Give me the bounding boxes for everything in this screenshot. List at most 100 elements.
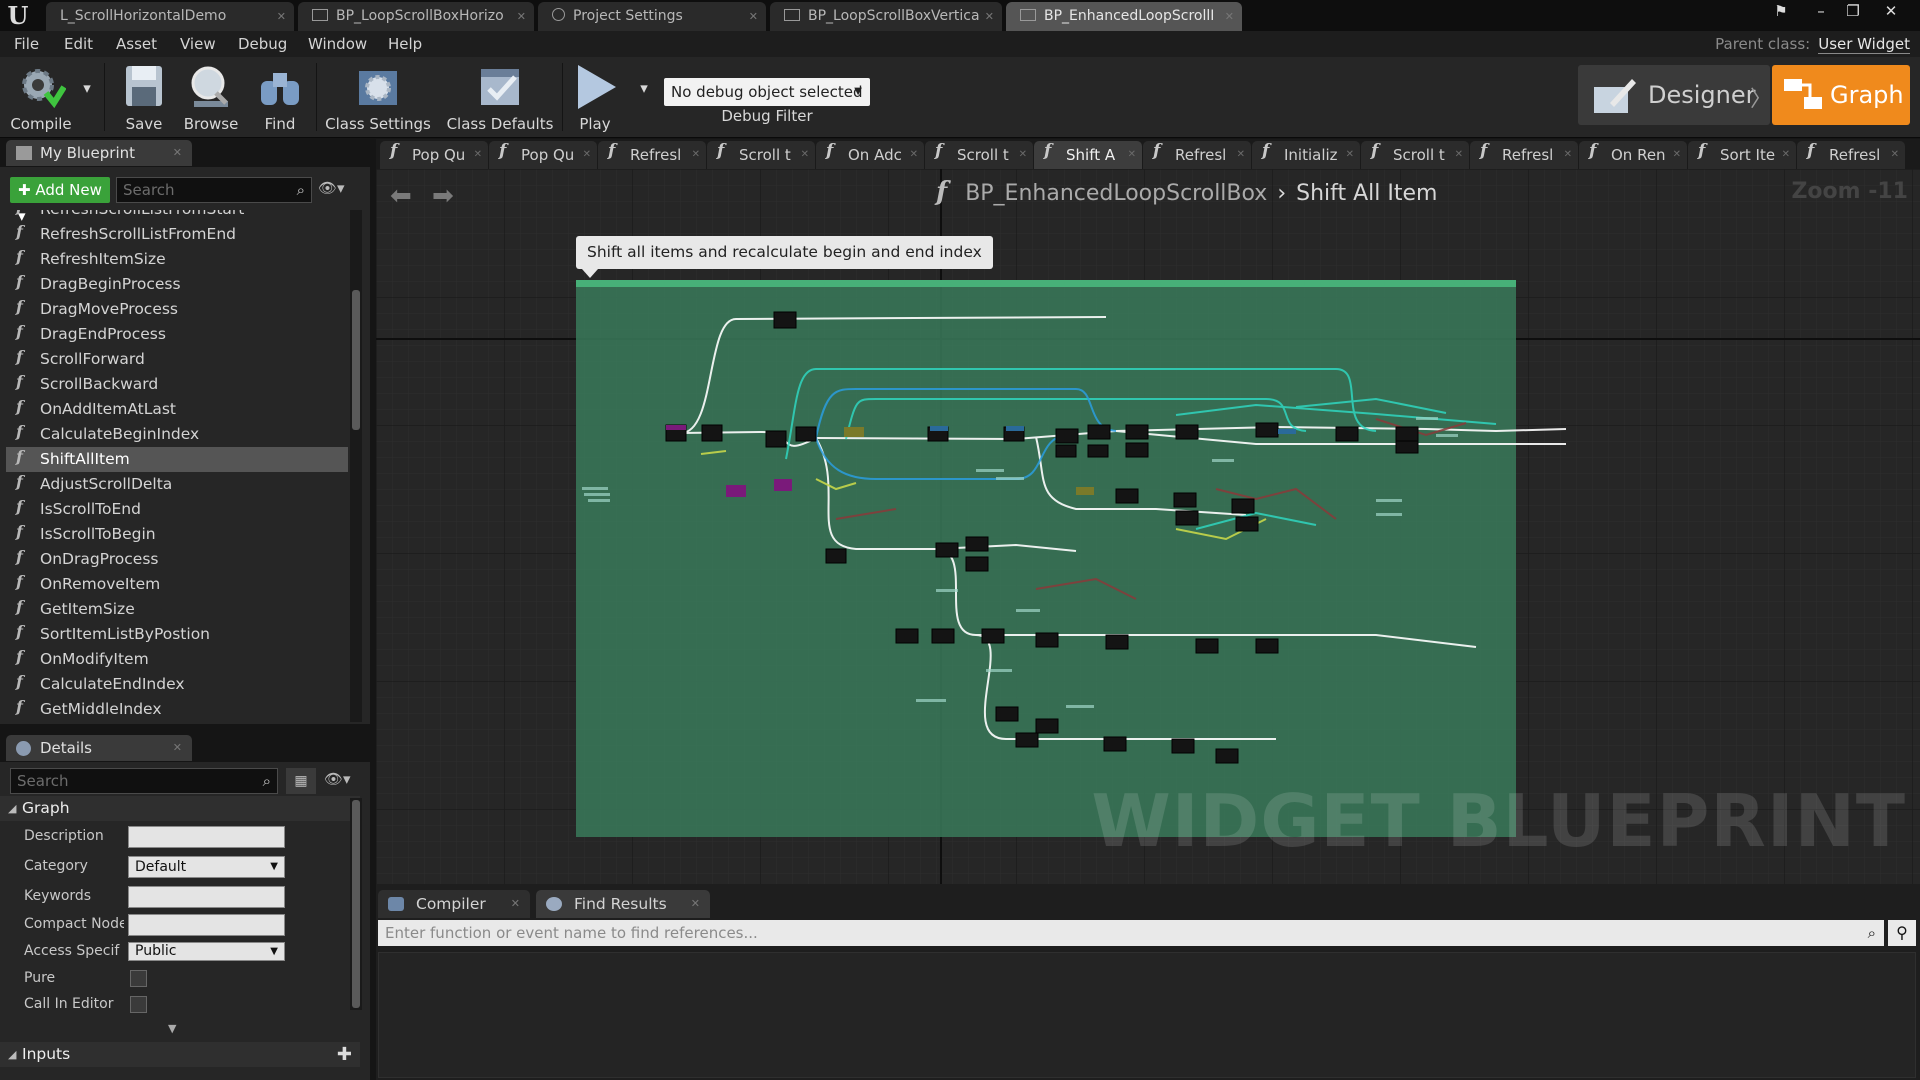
close-icon[interactable]: ✕	[801, 141, 809, 169]
my-blueprint-search-input[interactable]: Search ⌕	[116, 177, 312, 203]
function-item[interactable]: f DragBeginProcess	[6, 272, 348, 297]
pure-checkbox[interactable]	[130, 970, 147, 987]
category-select[interactable]: Default ▼	[128, 856, 285, 878]
add-new-button[interactable]: ✚ Add New ▾	[10, 177, 110, 225]
graph-mode-button[interactable]: Graph	[1772, 65, 1910, 125]
close-icon[interactable]: ✕	[749, 2, 758, 31]
close-icon[interactable]: ✕	[1346, 141, 1354, 169]
details-search-input[interactable]: Search ⌕	[10, 768, 278, 794]
function-tab[interactable]: f Refresl ✕	[1143, 141, 1251, 169]
function-item[interactable]: f OnDragProcess	[6, 547, 348, 572]
function-item[interactable]: f CalculateEndIndex	[6, 672, 348, 697]
close-icon[interactable]: ✕	[517, 2, 526, 31]
close-icon[interactable]: ✕	[173, 140, 182, 166]
menu-view[interactable]: View	[180, 31, 216, 57]
view-options-eye-icon[interactable]: 👁▾	[318, 179, 358, 201]
function-item[interactable]: f RefreshScrollListFromStart	[6, 210, 348, 222]
breadcrumb-blueprint[interactable]: BP_EnhancedLoopScrollBox	[965, 181, 1267, 206]
close-icon[interactable]: ✕	[583, 141, 591, 169]
function-item[interactable]: f SortItemListByPostion	[6, 622, 348, 647]
close-icon[interactable]: ✕	[173, 735, 182, 761]
function-item[interactable]: f DragMoveProcess	[6, 297, 348, 322]
close-icon[interactable]: ✕	[1225, 2, 1234, 31]
my-blueprint-tab[interactable]: My Blueprint ✕	[6, 140, 192, 166]
function-item[interactable]: f IsScrollToBegin	[6, 522, 348, 547]
function-item[interactable]: f GetMiddleIndex	[6, 697, 348, 722]
add-input-plus-icon[interactable]: ✚	[337, 1042, 352, 1067]
details-scrollbar[interactable]	[350, 798, 362, 1010]
browse-button[interactable]: Browse	[178, 61, 244, 135]
call-in-editor-checkbox[interactable]	[130, 996, 147, 1013]
close-window-button[interactable]: ✕	[1876, 1, 1906, 21]
play-options-dropdown[interactable]: ▾	[636, 79, 652, 99]
function-item[interactable]: f OnRemoveItem	[6, 572, 348, 597]
access-specifier-select[interactable]: Public ▼	[128, 942, 285, 961]
expand-advanced-icon[interactable]: ▼	[168, 1022, 176, 1035]
close-icon[interactable]: ✕	[1455, 141, 1463, 169]
close-icon[interactable]: ✕	[474, 141, 482, 169]
minimize-button[interactable]: –	[1806, 1, 1836, 21]
function-tab[interactable]: f Refresl ✕	[598, 141, 706, 169]
function-item[interactable]: f AdjustScrollDelta	[6, 472, 348, 497]
parent-class-link[interactable]: User Widget	[1818, 35, 1910, 54]
class-settings-button[interactable]: Class Settings	[324, 61, 432, 135]
function-tab[interactable]: f Sort Ite ✕	[1688, 141, 1796, 169]
grid-view-icon[interactable]: ▦	[286, 768, 316, 794]
function-tab[interactable]: f On Ren ✕	[1579, 141, 1687, 169]
close-icon[interactable]: ✕	[1564, 141, 1572, 169]
close-icon[interactable]: ✕	[910, 141, 918, 169]
view-options-eye-icon[interactable]: 👁▾	[324, 770, 364, 792]
function-tab[interactable]: f Initializ ✕	[1252, 141, 1360, 169]
save-button[interactable]: Save	[116, 61, 172, 135]
close-icon[interactable]: ✕	[1782, 141, 1790, 169]
find-references-input[interactable]	[385, 924, 1785, 942]
close-icon[interactable]: ✕	[1891, 141, 1899, 169]
function-tab[interactable]: f Refresl ✕	[1470, 141, 1578, 169]
close-icon[interactable]: ✕	[277, 2, 286, 31]
compile-button[interactable]: Compile	[8, 61, 74, 135]
find-in-all-blueprints-binoculars-icon[interactable]: ⚲	[1888, 920, 1916, 946]
find-results-tab[interactable]: Find Results ✕	[536, 890, 710, 918]
function-tab[interactable]: f Scroll t ✕	[1361, 141, 1469, 169]
menu-window[interactable]: Window	[308, 31, 367, 57]
doc-tab-enhanced-loopscroll[interactable]: BP_EnhancedLoopScrollI ✕	[1006, 2, 1242, 31]
menu-help[interactable]: Help	[388, 31, 422, 57]
function-tab[interactable]: f Scroll t ✕	[707, 141, 815, 169]
inputs-category-header[interactable]: ◢ Inputs ✚	[0, 1042, 360, 1067]
doc-tab-loopscroll-vertical[interactable]: BP_LoopScrollBoxVertica ✕	[770, 2, 1002, 31]
function-item[interactable]: f OnModifyItem	[6, 647, 348, 672]
menu-edit[interactable]: Edit	[64, 31, 93, 57]
function-tab[interactable]: f On Adc ✕	[816, 141, 924, 169]
play-button[interactable]: Play	[566, 61, 624, 135]
function-tab[interactable]: f Pop Qu ✕	[489, 141, 597, 169]
description-field[interactable]	[128, 826, 285, 848]
restore-button[interactable]: ❐	[1838, 1, 1868, 21]
compiler-results-tab[interactable]: Compiler Results✕	[378, 890, 530, 941]
function-item[interactable]: f ScrollForward	[6, 347, 348, 372]
doc-tab-project-settings[interactable]: Project Settings ✕	[538, 2, 766, 31]
forward-arrow-icon[interactable]: ➡	[432, 181, 454, 211]
close-icon[interactable]: ✕	[511, 890, 520, 918]
close-icon[interactable]: ✕	[985, 2, 994, 31]
keywords-field[interactable]	[128, 886, 285, 908]
function-item[interactable]: f ScrollBackward	[6, 372, 348, 397]
function-tab[interactable]: f Refresl ✕	[1797, 141, 1905, 169]
menu-debug[interactable]: Debug	[238, 31, 287, 57]
find-button[interactable]: Find	[252, 61, 308, 135]
function-tab-active[interactable]: f Shift A ✕	[1034, 141, 1142, 169]
graph-category-header[interactable]: ◢ Graph	[0, 796, 360, 821]
notification-icon[interactable]: ⚑	[1766, 1, 1796, 21]
close-icon[interactable]: ✕	[1019, 141, 1027, 169]
close-icon[interactable]: ✕	[1128, 141, 1136, 169]
function-item[interactable]: f CalculateBeginIndex	[6, 422, 348, 447]
designer-mode-button[interactable]: Designer	[1578, 65, 1770, 125]
function-item[interactable]: f GetItemSize	[6, 597, 348, 622]
close-icon[interactable]: ✕	[692, 141, 700, 169]
menu-asset[interactable]: Asset	[116, 31, 157, 57]
function-item[interactable]: f RefreshScrollListFromEnd	[6, 222, 348, 247]
scrollbar-thumb[interactable]	[352, 800, 360, 1008]
find-references-field[interactable]: ⌕	[378, 920, 1884, 946]
compact-node-field[interactable]	[128, 914, 285, 936]
graph-canvas[interactable]: ⬅ ➡ f BP_EnhancedLoopScrollBox › Shift All …	[376, 169, 1920, 884]
class-defaults-button[interactable]: Class Defaults	[444, 61, 556, 135]
